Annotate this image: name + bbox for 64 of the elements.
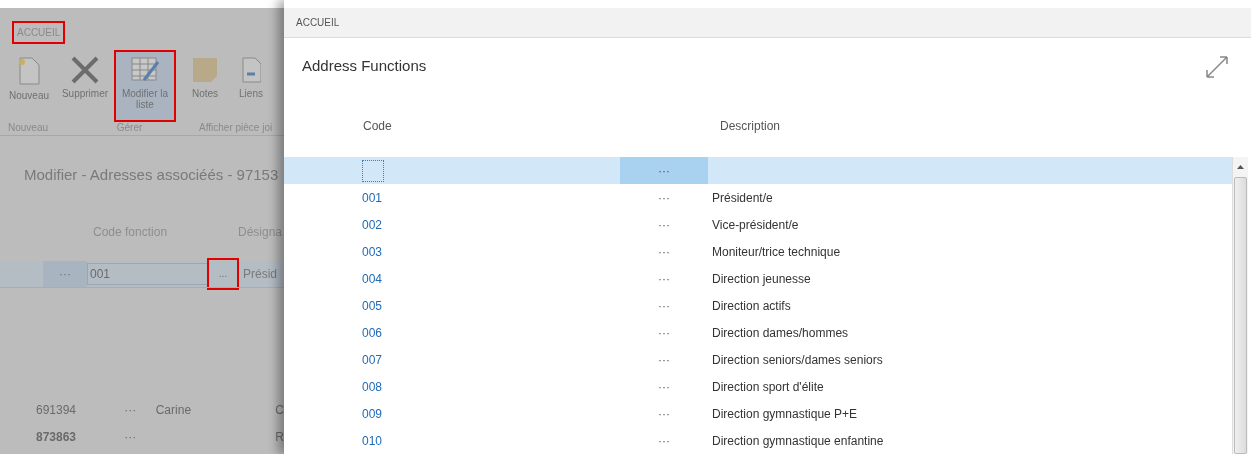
note-icon — [191, 56, 219, 84]
code-link[interactable]: 004 — [362, 267, 384, 290]
link-document-icon — [241, 56, 261, 84]
row-menu-dots[interactable]: ··· — [620, 211, 708, 238]
table-cell-text: Carine — [154, 402, 193, 419]
table-row[interactable]: 002 ··· Vice-président/e — [284, 211, 1232, 238]
row-menu-dots[interactable]: ··· — [620, 157, 708, 184]
table-row[interactable]: 008 ··· Direction sport d'élite — [284, 373, 1232, 400]
scroll-up-arrow-icon[interactable] — [1237, 165, 1244, 169]
row-menu-dots[interactable]: ··· — [620, 184, 708, 211]
table-row[interactable]: ··· — [284, 157, 1232, 184]
table-cell-text: Vice-président/e — [712, 216, 799, 234]
table-cell-text: Direction gymnastique enfantine — [712, 432, 884, 450]
row-menu-dots[interactable]: ··· — [620, 238, 708, 265]
table-cell-text: 691394 — [36, 402, 78, 419]
row-menu-dots[interactable]: ··· — [124, 428, 152, 446]
table-row[interactable]: 009 ··· Direction gymnastique P+E — [284, 400, 1232, 427]
code-link[interactable]: 001 — [362, 186, 384, 209]
dialog-title: Address Functions — [302, 56, 427, 77]
row-menu-dots[interactable]: ··· — [620, 346, 708, 373]
table-row[interactable]: 010 ··· Direction gymnastique enfantine — [284, 427, 1232, 454]
table-row[interactable]: 005 ··· Direction actifs — [284, 292, 1232, 319]
row-menu-dots[interactable]: ··· — [620, 373, 708, 400]
code-link[interactable]: 005 — [362, 294, 384, 317]
code-link[interactable]: 009 — [362, 402, 384, 425]
row-menu-dots[interactable]: ··· — [124, 401, 152, 419]
page-title: Modifier - Adresses associéés - 97153 — [23, 165, 280, 185]
scrollbar[interactable] — [1232, 157, 1248, 454]
table-cell-text: Moniteur/trice technique — [712, 243, 841, 261]
code-input-field[interactable]: 001 — [87, 262, 209, 285]
code-link[interactable]: 002 — [362, 213, 384, 236]
table-cell-text: R — [275, 429, 284, 446]
table-row[interactable]: 003 ··· Moniteur/trice technique — [284, 238, 1232, 265]
ribbon-tab[interactable]: ACCUEIL — [296, 14, 340, 30]
table-cell-text: Direction jeunesse — [712, 270, 811, 288]
edit-table-icon — [130, 56, 160, 84]
row-menu-dots[interactable]: ··· — [620, 319, 708, 346]
row-menu-dots[interactable]: ··· — [620, 292, 708, 319]
row-menu-dots[interactable]: ··· — [620, 427, 708, 454]
table-row[interactable]: 007 ··· Direction seniors/dames seniors — [284, 346, 1232, 373]
row-menu-dots[interactable]: ··· — [620, 265, 708, 292]
code-link[interactable]: 010 — [362, 429, 384, 452]
new-document-icon — [16, 56, 42, 86]
table-cell-text: C — [275, 402, 284, 419]
table-row[interactable]: 004 ··· Direction jeunesse — [284, 265, 1232, 292]
row-menu-dots[interactable]: ··· — [620, 400, 708, 427]
table-cell-text: Direction actifs — [712, 297, 791, 315]
table-cell-text: Président/e — [712, 189, 773, 207]
code-link[interactable]: 003 — [362, 240, 384, 263]
code-link[interactable]: 007 — [362, 348, 384, 371]
table-cell-text: Présid — [243, 265, 277, 283]
delete-x-icon — [70, 56, 100, 84]
table-row[interactable]: 006 ··· Direction dames/hommes — [284, 319, 1232, 346]
table-cell-text: Direction seniors/dames seniors — [712, 351, 883, 369]
column-header: Description — [720, 118, 781, 136]
code-link[interactable]: 006 — [362, 321, 384, 344]
table-cell-text: Direction gymnastique P+E — [712, 405, 858, 423]
table-cell-text: 873863 — [36, 429, 78, 446]
table-row[interactable]: 001 ··· Président/e — [284, 184, 1232, 211]
column-header: Code — [363, 118, 393, 136]
table-cell-text: Direction dames/hommes — [712, 324, 849, 342]
table-cell-text: Direction sport d'élite — [712, 378, 824, 396]
expand-icon[interactable] — [1205, 54, 1229, 79]
code-link[interactable]: 008 — [362, 375, 384, 398]
